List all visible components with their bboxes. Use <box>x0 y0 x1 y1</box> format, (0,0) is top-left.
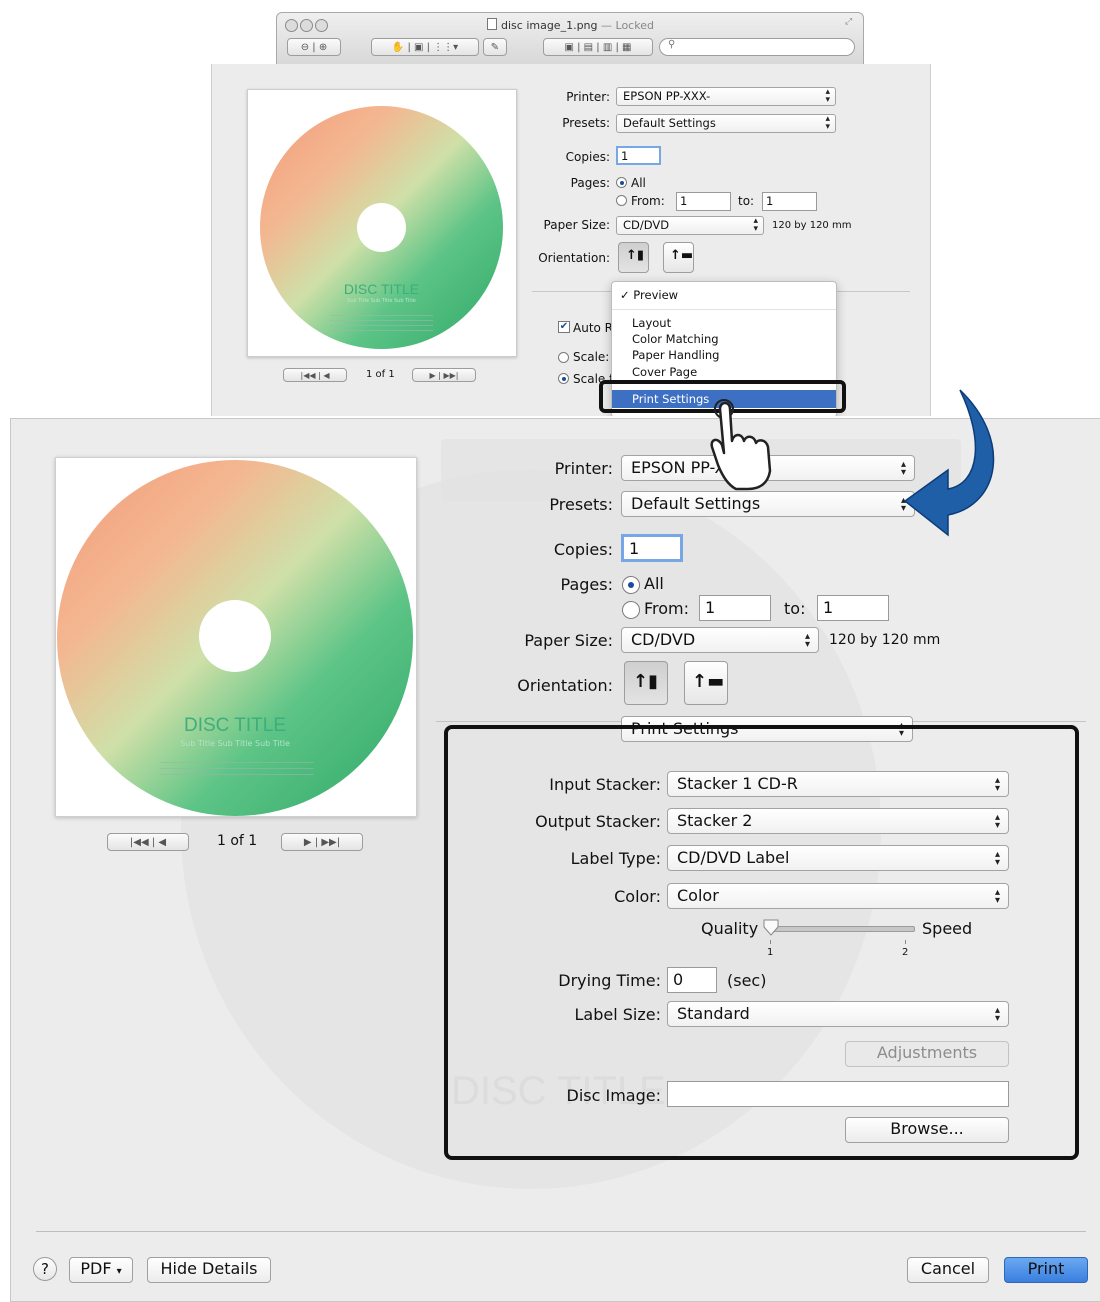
zoom-buttons[interactable]: ⊖ | ⊕ <box>287 38 341 56</box>
pages-all-radio[interactable] <box>616 177 627 188</box>
auto-rotate-checkbox[interactable]: ✔ <box>558 321 570 333</box>
paper-preview: DISC TITLE Sub Title Sub Title Sub Title <box>55 457 417 817</box>
annotate-icon[interactable]: ✎ <box>483 38 507 56</box>
disc-hole-large <box>199 600 271 672</box>
disc-subtitle: Sub Title Sub Title Sub Title <box>347 298 416 304</box>
portrait-orientation-button[interactable]: ↑▮ <box>618 242 649 273</box>
menu-item-paper-handling[interactable]: Paper Handling <box>632 348 720 362</box>
landscape-icon-large: ↑▬ <box>692 671 725 692</box>
disc-data-lines <box>330 315 433 331</box>
tool-buttons[interactable]: ✋ | ▣ | ⋮⋮▾ <box>371 38 479 56</box>
search-field[interactable]: ⚲ <box>659 38 855 56</box>
curved-arrow-icon <box>903 389 995 537</box>
copies-label-large: Copies: <box>553 540 613 559</box>
copies-label: Copies: <box>565 150 610 164</box>
pages-from-label: From: <box>631 194 665 208</box>
orientation-label-large: Orientation: <box>517 676 613 695</box>
presets-popup[interactable]: Default Settings ▴ ▾ <box>616 114 836 133</box>
page-counter-small: 1 of 1 <box>366 369 395 380</box>
disc-hole <box>357 203 406 252</box>
printer-label-large: Printer: <box>554 459 613 478</box>
portrait-icon-large: ↑▮ <box>633 671 658 692</box>
hand-pointer-icon <box>710 399 772 491</box>
menu-item-cover-page[interactable]: Cover Page <box>632 365 697 379</box>
pages-label-large: Pages: <box>560 575 613 594</box>
pages-all-radio-large[interactable] <box>622 576 640 594</box>
pages-label: Pages: <box>570 176 610 190</box>
paper-size-popup-large[interactable]: CD/DVD ▴ ▾ <box>621 627 819 653</box>
page-counter: 1 of 1 <box>217 833 258 849</box>
minimize-window-icon[interactable] <box>300 19 313 32</box>
fullscreen-icon[interactable]: ⤢ <box>845 17 852 27</box>
document-icon <box>487 18 497 30</box>
pages-from-radio[interactable] <box>616 195 627 206</box>
portrait-icon: ↑▮ <box>626 248 645 263</box>
pages-all-label-large: All <box>644 574 664 593</box>
scale-radio[interactable] <box>558 352 569 363</box>
copies-field-large[interactable]: 1 <box>621 534 683 562</box>
disc-title: DISC TITLE <box>343 281 420 297</box>
orientation-label: Orientation: <box>538 251 610 265</box>
pages-to-label: to: <box>738 194 755 208</box>
window-title: disc image_1.png — Locked <box>487 18 654 32</box>
printer-popup[interactable]: EPSON PP-XXX- ▴ ▾ <box>616 87 836 106</box>
menu-item-color-matching[interactable]: Color Matching <box>632 332 719 346</box>
pages-from-field[interactable]: 1 <box>676 192 731 211</box>
disc-preview: DISC TITLE Sub Title Sub Title Sub Title <box>57 460 413 816</box>
close-window-icon[interactable] <box>285 19 298 32</box>
landscape-orientation-button-large[interactable]: ↑▬ <box>684 661 728 705</box>
next-last-page-buttons-large[interactable]: ▶ | ▶▶| <box>281 833 363 851</box>
hide-details-button[interactable]: Hide Details <box>147 1257 271 1283</box>
paper-size-label-large: Paper Size: <box>524 631 613 650</box>
disc-data-lines-large <box>160 762 314 780</box>
menu-item-layout[interactable]: Layout <box>632 316 671 330</box>
print-button[interactable]: Print <box>1004 1257 1088 1283</box>
bottom-separator <box>36 1231 1086 1232</box>
scale-to-fit-radio[interactable] <box>558 373 569 384</box>
menu-item-preview[interactable]: ✓ Preview <box>620 288 678 302</box>
landscape-orientation-button[interactable]: ↑▬ <box>663 242 694 273</box>
cancel-button[interactable]: Cancel <box>907 1257 989 1283</box>
pages-from-field-large[interactable]: 1 <box>699 595 771 621</box>
presets-label: Presets: <box>562 116 610 130</box>
help-button[interactable]: ? <box>33 1257 57 1281</box>
first-prev-page-buttons-large[interactable]: |◀◀ | ◀ <box>107 833 189 851</box>
disc-title-large: DISC TITLE <box>183 715 287 736</box>
paper-preview-small: DISC TITLE Sub Title Sub Title Sub Title <box>247 89 517 357</box>
pages-from-label-large: From: <box>644 599 690 618</box>
auto-rotate-label: Auto R <box>573 321 614 335</box>
next-last-page-buttons[interactable]: ▶ | ▶▶| <box>412 368 476 382</box>
disc-preview-small: DISC TITLE Sub Title Sub Title Sub Title <box>260 106 503 349</box>
printer-label: Printer: <box>566 90 610 104</box>
portrait-orientation-button-large[interactable]: ↑▮ <box>624 661 668 705</box>
pages-to-field-large[interactable]: 1 <box>817 595 889 621</box>
copies-field[interactable]: 1 <box>616 146 661 165</box>
paper-size-dims: 120 by 120 mm <box>772 220 852 231</box>
scale-label: Scale: <box>573 350 610 364</box>
landscape-icon: ↑▬ <box>670 248 694 263</box>
paper-size-popup[interactable]: CD/DVD ▴ ▾ <box>616 216 764 235</box>
pages-all-label: All <box>631 176 646 190</box>
paper-size-label: Paper Size: <box>543 218 610 232</box>
paper-size-dims-large: 120 by 120 mm <box>829 632 941 648</box>
top-print-sheet: DISC TITLE Sub Title Sub Title Sub Title… <box>211 64 931 416</box>
view-buttons[interactable]: ▣ | ▤ | ▥ | ▦ <box>543 38 653 56</box>
disc-subtitle-large: Sub Title Sub Title Sub Title <box>180 739 290 748</box>
pages-from-radio-large[interactable] <box>622 601 640 619</box>
menu-separator <box>612 309 836 310</box>
callout-settings-box <box>444 725 1079 1160</box>
first-prev-page-buttons[interactable]: |◀◀ | ◀ <box>283 368 347 382</box>
chevron-down-icon: ▾ <box>116 1266 122 1277</box>
zoom-window-icon[interactable] <box>315 19 328 32</box>
pages-to-field[interactable]: 1 <box>762 192 817 211</box>
pdf-button[interactable]: PDF ▾ <box>69 1257 133 1283</box>
pages-to-label-large: to: <box>784 599 806 618</box>
presets-label-large: Presets: <box>549 495 613 514</box>
presets-popup-large[interactable]: Default Settings ▴ ▾ <box>621 491 915 517</box>
